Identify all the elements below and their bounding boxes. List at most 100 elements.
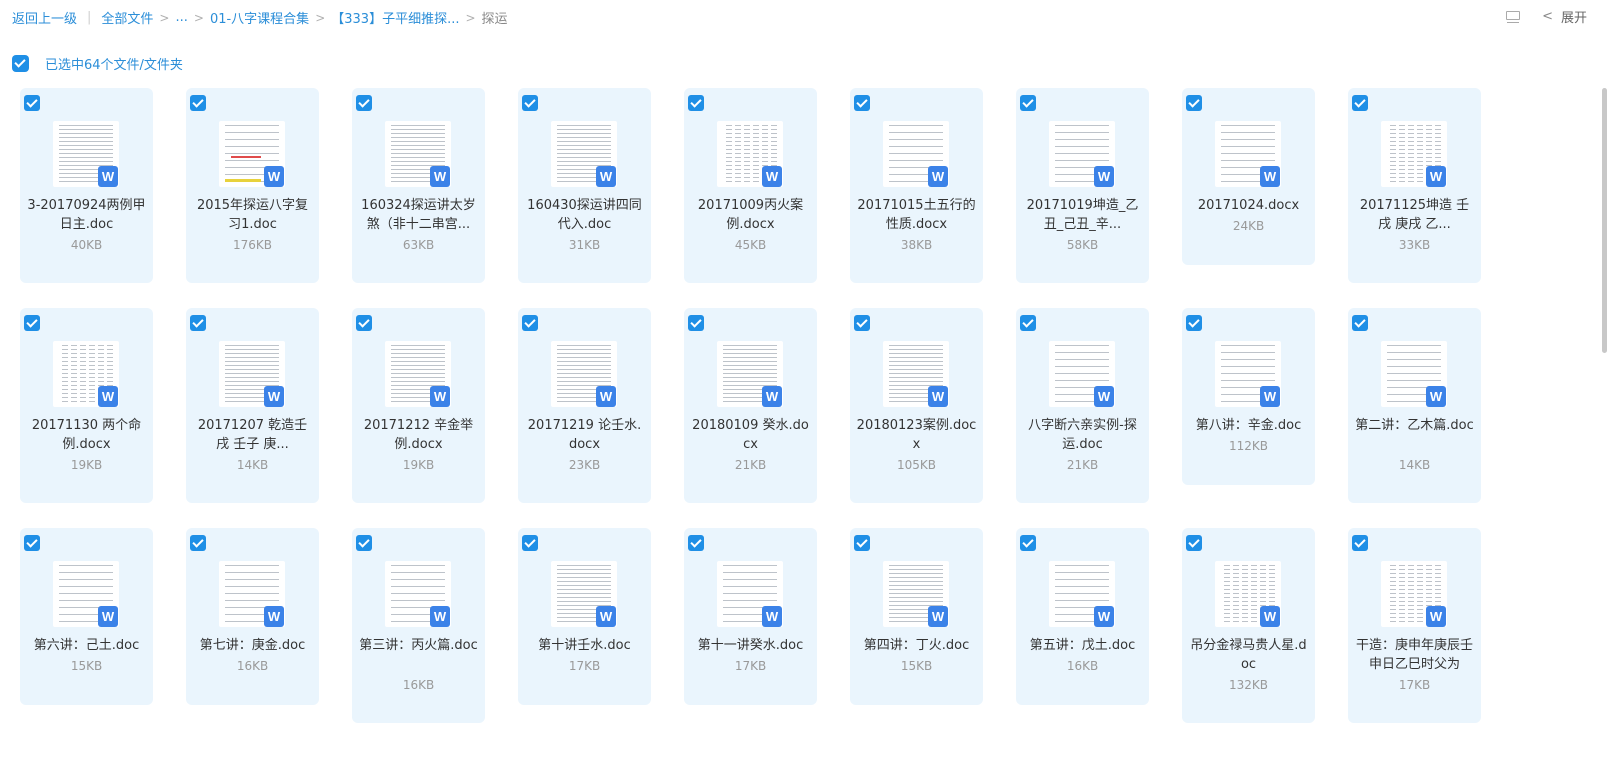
expand-button[interactable]: < 展开: [1542, 7, 1587, 26]
breadcrumb-course[interactable]: 01-八字课程合集: [210, 8, 309, 27]
file-name: 第十一讲癸水.doc: [697, 638, 804, 653]
file-size: 105KB: [896, 458, 936, 472]
file-checkbox[interactable]: [24, 535, 40, 551]
file-card[interactable]: W 20171125坤造 壬戌 庚戌 乙... 33KB: [1348, 88, 1481, 283]
word-doc-icon: W: [762, 166, 782, 187]
file-checkbox[interactable]: [1352, 315, 1368, 331]
word-doc-icon: W: [264, 606, 284, 627]
file-card[interactable]: W 20171019坤造_乙丑_己丑_辛... 58KB: [1016, 88, 1149, 283]
file-size: 38KB: [900, 238, 933, 252]
file-name: 第三讲：丙火篇.doc: [359, 638, 478, 653]
file-card[interactable]: W 20171009丙火案例.docx 45KB: [684, 88, 817, 283]
file-checkbox[interactable]: [190, 535, 206, 551]
file-card[interactable]: W 八字断六亲实例-探运.doc 21KB: [1016, 308, 1149, 503]
breadcrumb-divider: |: [87, 10, 92, 25]
file-checkbox[interactable]: [356, 535, 372, 551]
file-card[interactable]: W 20171207 乾造壬戌 壬子 庚... 14KB: [186, 308, 319, 503]
file-card[interactable]: W 第十一讲癸水.doc 17KB: [684, 528, 817, 705]
file-card[interactable]: W 20171015土五行的性质.docx 38KB: [850, 88, 983, 283]
file-card[interactable]: W 160324探运讲太岁煞（非十二串宫... 63KB: [352, 88, 485, 283]
file-size: 14KB: [236, 458, 269, 472]
scrollbar[interactable]: [1602, 88, 1607, 353]
file-size: 14KB: [1398, 458, 1431, 472]
file-size: 17KB: [734, 659, 767, 673]
file-card[interactable]: W 3-20170924两例甲日主.doc 40KB: [20, 88, 153, 283]
word-doc-icon: W: [762, 606, 782, 627]
file-checkbox[interactable]: [1020, 315, 1036, 331]
file-checkbox[interactable]: [854, 315, 870, 331]
word-doc-icon: W: [928, 386, 948, 407]
file-size: 16KB: [1066, 659, 1099, 673]
file-name: 八字断六亲实例-探运.doc: [1028, 418, 1137, 452]
word-doc-icon: W: [1260, 166, 1280, 187]
file-card[interactable]: W 20171219 论壬水.docx 23KB: [518, 308, 651, 503]
file-card[interactable]: W 160430探运讲四同代入.doc 31KB: [518, 88, 651, 283]
chevron-right-icon: >: [315, 10, 326, 25]
header-actions: < 展开: [1506, 7, 1587, 26]
back-link[interactable]: 返回上一级: [12, 8, 77, 27]
file-checkbox[interactable]: [1186, 95, 1202, 111]
word-doc-icon: W: [264, 386, 284, 407]
file-card[interactable]: W 20171130 两个命例.docx 19KB: [20, 308, 153, 503]
monitor-icon[interactable]: [1506, 10, 1521, 23]
file-name: 第五讲：戊土.doc: [1029, 638, 1136, 653]
file-card[interactable]: W 20180123案例.docx 105KB: [850, 308, 983, 503]
file-checkbox[interactable]: [190, 315, 206, 331]
file-card[interactable]: W 2015年探运八字复习1.doc 176KB: [186, 88, 319, 283]
file-name: 第四讲：丁火.doc: [863, 638, 970, 653]
file-size: 19KB: [402, 458, 435, 472]
file-card[interactable]: W 吊分金禄马贵人星.doc 132KB: [1182, 528, 1315, 723]
file-size: 16KB: [236, 659, 269, 673]
breadcrumb-series[interactable]: 【333】子平细推探...: [331, 8, 459, 27]
file-checkbox[interactable]: [522, 535, 538, 551]
file-checkbox[interactable]: [24, 95, 40, 111]
file-name: 20171009丙火案例.docx: [697, 198, 804, 232]
file-name: 第二讲：乙木篇.doc: [1355, 418, 1474, 433]
file-card[interactable]: W 第四讲：丁火.doc 15KB: [850, 528, 983, 705]
breadcrumb-ellipsis[interactable]: ...: [175, 10, 187, 25]
file-checkbox[interactable]: [854, 535, 870, 551]
file-checkbox[interactable]: [688, 535, 704, 551]
file-card[interactable]: W 第六讲：己土.doc 15KB: [20, 528, 153, 705]
file-checkbox[interactable]: [1352, 95, 1368, 111]
file-checkbox[interactable]: [356, 95, 372, 111]
file-checkbox[interactable]: [854, 95, 870, 111]
file-size: 23KB: [568, 458, 601, 472]
file-card[interactable]: W 20180109 癸水.docx 21KB: [684, 308, 817, 503]
file-card[interactable]: W 第五讲：戊土.doc 16KB: [1016, 528, 1149, 705]
top-bar: 返回上一级 | 全部文件 > ... > 01-八字课程合集 > 【333】子平…: [0, 0, 1609, 36]
file-checkbox[interactable]: [1186, 535, 1202, 551]
file-name: 干造：庚申年庚辰壬申日乙巳时父为: [1355, 638, 1473, 672]
file-name: 20171219 论壬水.docx: [527, 418, 642, 452]
file-card[interactable]: W 20171212 辛金举例.docx 19KB: [352, 308, 485, 503]
file-card[interactable]: W 第十讲壬水.doc 17KB: [518, 528, 651, 705]
file-card[interactable]: W 第七讲：庚金.doc 16KB: [186, 528, 319, 705]
file-checkbox[interactable]: [356, 315, 372, 331]
file-size: 16KB: [402, 678, 435, 692]
file-card[interactable]: W 第三讲：丙火篇.doc 16KB: [352, 528, 485, 723]
file-size: 33KB: [1398, 238, 1431, 252]
word-doc-icon: W: [1094, 606, 1114, 627]
file-card[interactable]: W 第八讲：辛金.doc 112KB: [1182, 308, 1315, 485]
file-checkbox[interactable]: [688, 95, 704, 111]
file-checkbox[interactable]: [190, 95, 206, 111]
file-checkbox[interactable]: [1186, 315, 1202, 331]
file-name: 第六讲：己土.doc: [33, 638, 140, 653]
file-card[interactable]: W 第二讲：乙木篇.doc 14KB: [1348, 308, 1481, 503]
word-doc-icon: W: [430, 606, 450, 627]
thumbnail-highlight: [225, 179, 261, 182]
file-card[interactable]: W 20171024.docx 24KB: [1182, 88, 1315, 265]
file-checkbox[interactable]: [1020, 95, 1036, 111]
word-doc-icon: W: [1094, 386, 1114, 407]
file-checkbox[interactable]: [1352, 535, 1368, 551]
file-checkbox[interactable]: [522, 95, 538, 111]
breadcrumb-current: 探运: [481, 12, 508, 27]
file-checkbox[interactable]: [24, 315, 40, 331]
breadcrumb-all-files[interactable]: 全部文件: [101, 8, 153, 27]
select-all-checkbox[interactable]: [12, 55, 29, 72]
file-checkbox[interactable]: [688, 315, 704, 331]
word-doc-icon: W: [98, 386, 118, 407]
file-checkbox[interactable]: [1020, 535, 1036, 551]
file-card[interactable]: W 干造：庚申年庚辰壬申日乙巳时父为 17KB: [1348, 528, 1481, 723]
file-checkbox[interactable]: [522, 315, 538, 331]
